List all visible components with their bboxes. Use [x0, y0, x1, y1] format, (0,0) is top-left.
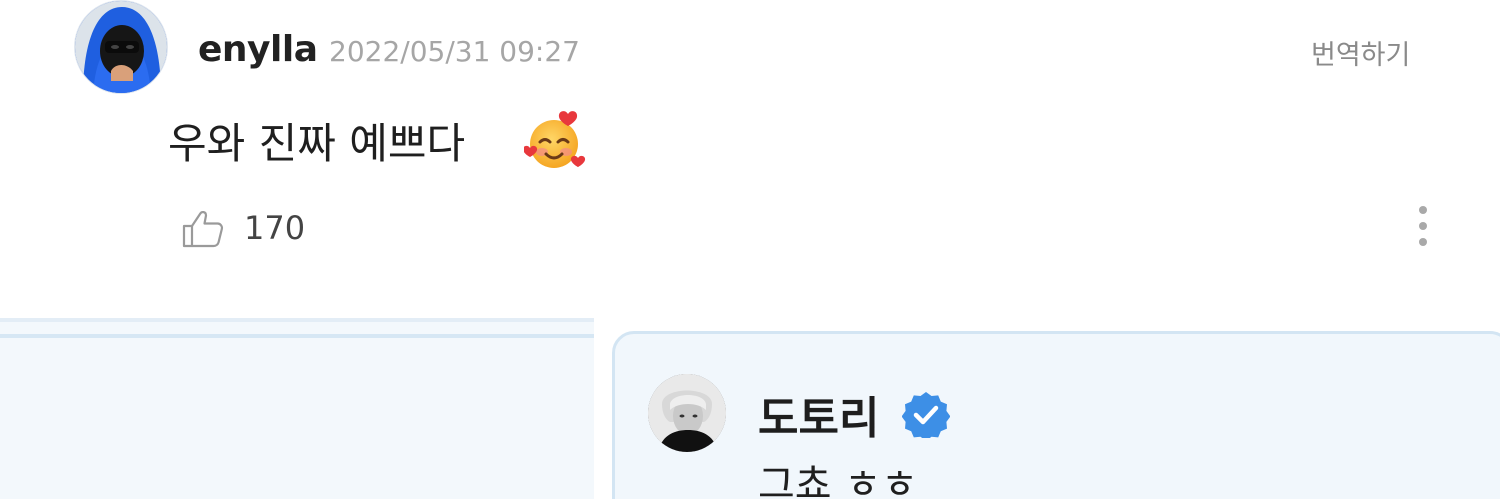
- hooded-person-avatar-image: [75, 1, 167, 93]
- smiling-face-with-hearts-icon: [524, 111, 586, 168]
- verified-badge-icon: [902, 392, 950, 438]
- comment-body: 우와 진짜 예쁘다: [168, 119, 466, 168]
- reply-card: [612, 331, 1500, 499]
- like-count: 170: [244, 209, 306, 247]
- reply-username[interactable]: 도토리: [758, 382, 879, 446]
- avatar[interactable]: [74, 0, 168, 94]
- translate-button[interactable]: 번역하기: [1311, 33, 1410, 72]
- comment-username[interactable]: enylla: [198, 29, 318, 70]
- reply-body: 그쵸 ㅎㅎ: [758, 462, 918, 499]
- reply-section-divider: [0, 318, 600, 499]
- comment-timestamp: 2022/05/31 09:27: [329, 35, 580, 68]
- thumbs-up-icon[interactable]: [180, 204, 228, 252]
- portrait-avatar-image: [648, 374, 726, 452]
- comment-thread: enylla 2022/05/31 09:27 번역하기 우와 진짜 예쁘다 1…: [0, 0, 1500, 499]
- reply-avatar[interactable]: [648, 374, 726, 452]
- more-options-icon[interactable]: [1411, 206, 1435, 252]
